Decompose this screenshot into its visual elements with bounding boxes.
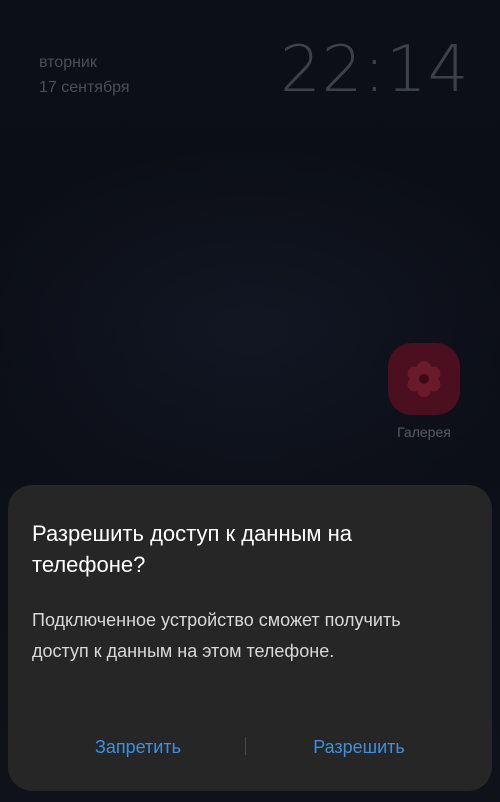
lockscreen-clock: 22:14 xyxy=(280,33,470,107)
dialog-title: Разрешить доступ к данным на телефоне? xyxy=(32,521,353,577)
app-gallery-label: Галерея xyxy=(397,424,451,440)
deny-button[interactable]: Запретить xyxy=(58,727,218,767)
lockscreen-date: вторник 17 сентября xyxy=(39,50,130,100)
dialog-button-bar: Запретить Разрешить xyxy=(8,727,492,767)
flower-icon xyxy=(388,343,460,415)
app-gallery[interactable]: Галерея xyxy=(386,343,462,441)
permission-dialog: Разрешить доступ к данным на телефоне? П… xyxy=(8,485,492,791)
date-label: 17 сентября xyxy=(39,79,130,96)
weekday-label: вторник xyxy=(39,54,97,71)
allow-button[interactable]: Разрешить xyxy=(274,727,444,767)
dialog-message: Подключенное устройство сможет получить … xyxy=(32,610,401,661)
button-divider xyxy=(245,737,246,755)
